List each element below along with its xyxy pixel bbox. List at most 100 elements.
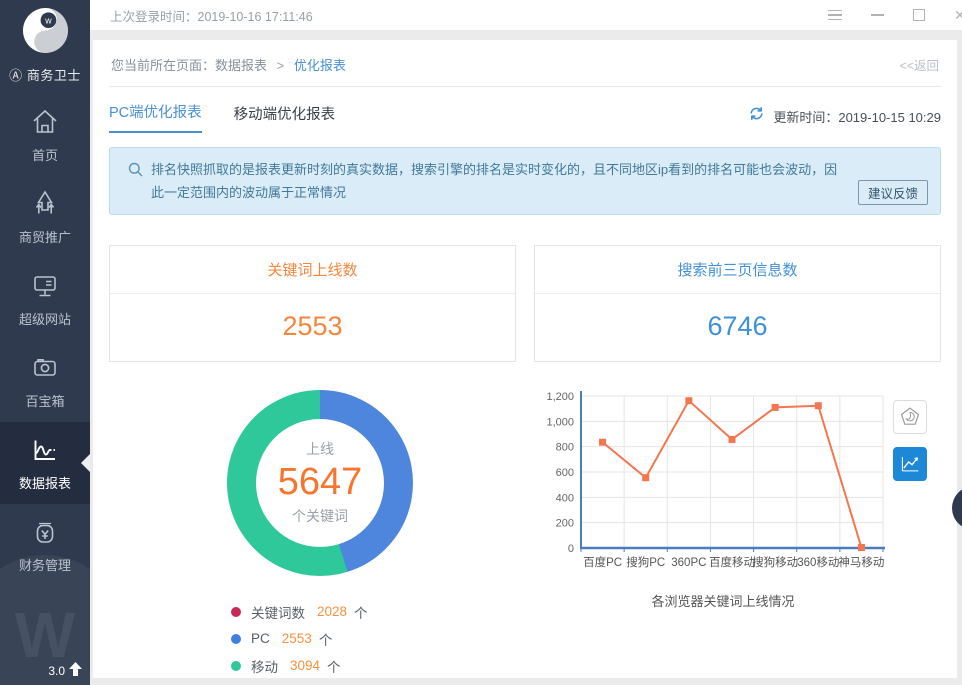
series-line — [603, 400, 862, 547]
sidebar-nav: 首页 商贸推广 超级网站 — [0, 94, 90, 586]
finance-icon — [0, 515, 90, 549]
active-item-notch — [81, 454, 90, 472]
window-controls: ✕ — [828, 7, 962, 24]
maximize-icon[interactable] — [913, 9, 925, 21]
x-tick-label: 360移动 — [797, 556, 839, 569]
feedback-button[interactable]: 建议反馈 — [858, 180, 928, 205]
breadcrumb-location: 您当前所在页面：数据报表 — [111, 58, 267, 73]
sidebar-item-toolbox[interactable]: 百宝箱 — [0, 340, 90, 422]
y-tick-label: 0 — [568, 543, 574, 555]
line-chart-title: 各浏览器关键词上线情况 — [533, 591, 913, 610]
data-point[interactable] — [599, 438, 606, 445]
refresh-area: 更新时间：2019-10-15 10:29 — [748, 105, 941, 133]
sidebar-item-label: 商贸推广 — [0, 227, 90, 246]
y-tick-label: 1,000 — [546, 416, 574, 428]
chart-toolbox — [893, 400, 927, 481]
y-tick-label: 1,200 — [546, 391, 574, 403]
sidebar-item-website[interactable]: 超级网站 — [0, 258, 90, 340]
sidebar-item-label: 数据报表 — [0, 473, 90, 492]
report-icon — [0, 433, 90, 467]
sidebar-item-reports[interactable]: 数据报表 — [0, 422, 90, 504]
save-image-icon[interactable] — [893, 400, 927, 434]
close-icon[interactable]: ✕ — [954, 7, 962, 24]
minimize-icon[interactable] — [871, 14, 884, 16]
svg-text:w: w — [44, 16, 52, 26]
promotion-icon — [0, 187, 90, 221]
sidebar-item-label: 超级网站 — [0, 309, 90, 328]
charts-row: 上线 5647 个关键词 关键词数 2028 个 PC — [109, 386, 941, 685]
breadcrumb-current[interactable]: 优化报表 — [294, 58, 346, 73]
stat-card-top3-info: 搜索前三页信息数 6746 — [534, 245, 941, 362]
y-tick-label: 800 — [556, 441, 574, 453]
legend-item-pc[interactable]: PC 2553 个 — [231, 629, 517, 649]
sidebar: w Ⓐ 商务卫士 首页 商贸推 — [0, 0, 90, 685]
sidebar-item-label: 百宝箱 — [0, 391, 90, 410]
content-panel: 您当前所在页面：数据报表 > 优化报表 <<返回 PC端优化报表 移动端优化报表… — [93, 40, 957, 678]
data-point[interactable] — [642, 474, 649, 481]
data-point[interactable] — [815, 402, 822, 409]
back-link[interactable]: <<返回 — [899, 55, 939, 74]
update-time-label: 更新时间：2019-10-15 10:29 — [773, 107, 941, 126]
stat-card-title: 搜索前三页信息数 — [535, 246, 940, 294]
last-login-label: 上次登录时间：2019-10-16 17:11:46 — [110, 6, 313, 25]
stat-card-keywords-online: 关键词上线数 2553 — [109, 245, 516, 362]
brand-badge-icon: Ⓐ — [9, 68, 23, 83]
y-tick-label: 400 — [556, 492, 574, 504]
donut-chart[interactable]: 上线 5647 个关键词 — [227, 390, 413, 576]
legend-dot — [231, 607, 241, 617]
donut-center-bottom-label: 个关键词 — [292, 506, 348, 526]
sidebar-item-home[interactable]: 首页 — [0, 94, 90, 176]
upgrade-arrow-icon — [69, 662, 82, 679]
x-tick-label: 百度PC — [583, 555, 622, 569]
notice-text: 排名快照抓取的是报表更新时刻的真实数据，搜索引擎的排名是实时变化的，且不同地区i… — [151, 159, 840, 205]
x-tick-label: 搜狗PC — [626, 555, 665, 569]
sidebar-item-promotion[interactable]: 商贸推广 — [0, 176, 90, 258]
stat-card-value: 6746 — [535, 294, 940, 361]
notice-banner: 排名快照抓取的是报表更新时刻的真实数据，搜索引擎的排名是实时变化的，且不同地区i… — [109, 147, 941, 215]
y-tick-label: 200 — [556, 517, 574, 529]
donut-center-top-label: 上线 — [306, 439, 334, 459]
line-chart[interactable]: 0 200 400 600 800 1,000 1,200 百度PC 搜狗PC 360PC百度移动… — [533, 386, 913, 572]
breadcrumb: 您当前所在页面：数据报表 > 优化报表 — [111, 55, 346, 74]
data-point[interactable] — [858, 543, 865, 550]
brand: w Ⓐ 商务卫士 — [0, 0, 90, 84]
tab-pc-report[interactable]: PC端优化报表 — [109, 101, 202, 133]
legend-item-mobile[interactable]: 移动 3094 个 — [231, 656, 517, 676]
x-tick-label: 360PC — [671, 557, 706, 569]
line-chart-block: 0 200 400 600 800 1,000 1,200 百度PC 搜狗PC 360PC百度移动… — [533, 386, 925, 685]
line-chart-icon[interactable] — [893, 447, 927, 481]
app-logo-icon: w — [22, 7, 69, 59]
y-tick-label: 600 — [556, 467, 574, 479]
website-icon — [0, 269, 90, 303]
donut-center: 上线 5647 个关键词 — [256, 419, 384, 547]
menu-icon[interactable] — [828, 10, 842, 21]
home-icon — [0, 105, 90, 139]
search-icon — [128, 162, 143, 205]
breadcrumb-row: 您当前所在页面：数据报表 > 优化报表 <<返回 — [109, 40, 941, 87]
stat-cards-row: 关键词上线数 2553 搜索前三页信息数 6746 — [109, 245, 941, 362]
legend-dot — [231, 661, 241, 671]
refresh-icon[interactable] — [748, 105, 765, 127]
window-titlebar: 上次登录时间：2019-10-16 17:11:46 ✕ — [90, 0, 962, 30]
legend-item-keywords[interactable]: 关键词数 2028 个 — [231, 602, 517, 622]
tab-mobile-report[interactable]: 移动端优化报表 — [234, 103, 336, 133]
data-point[interactable] — [772, 403, 779, 410]
data-point[interactable] — [729, 435, 736, 442]
breadcrumb-separator: > — [277, 58, 285, 73]
donut-chart-block: 上线 5647 个关键词 关键词数 2028 个 PC — [109, 386, 517, 685]
donut-center-value: 5647 — [278, 461, 363, 504]
brand-name: Ⓐ 商务卫士 — [0, 65, 90, 84]
version-label: 3.0 — [48, 664, 65, 678]
stat-card-title: 关键词上线数 — [110, 246, 515, 294]
sidebar-item-label: 首页 — [0, 145, 90, 164]
data-point[interactable] — [685, 397, 692, 404]
main-area: 上次登录时间：2019-10-16 17:11:46 ✕ 您当前所在页面：数据报… — [90, 0, 962, 685]
x-tick-label: 神马移动 — [838, 555, 884, 569]
stat-card-value: 2553 — [110, 294, 515, 361]
tabs-row: PC端优化报表 移动端优化报表 更新时间：2019-10-15 10:29 — [109, 101, 941, 133]
legend-dot — [231, 634, 241, 644]
toolbox-icon — [0, 351, 90, 385]
x-tick-label: 百度移动 — [709, 555, 755, 569]
version-indicator[interactable]: 3.0 — [48, 662, 82, 679]
donut-legend: 关键词数 2028 个 PC 2553 个 移动 3094 个 — [231, 602, 517, 685]
